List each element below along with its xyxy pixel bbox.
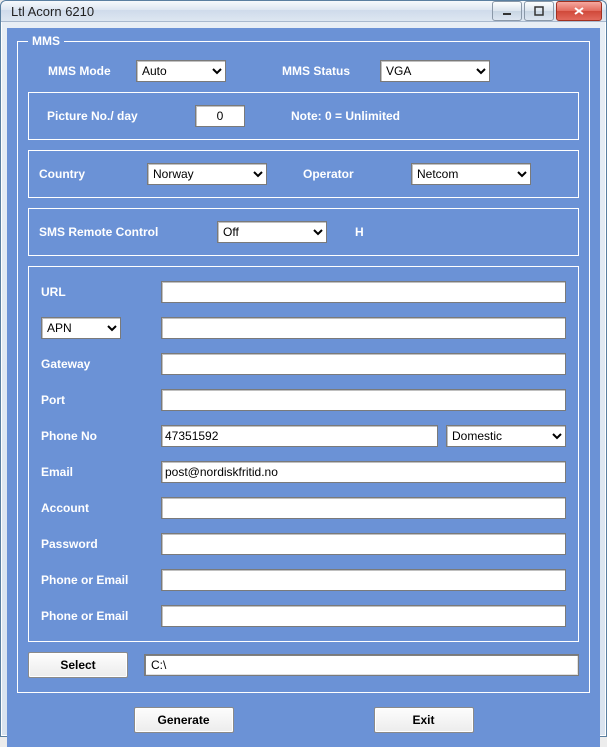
app-window: Ltl Acorn 6210 MMS MMS Mode Auto M <box>0 0 607 737</box>
maximize-button[interactable] <box>524 1 554 21</box>
picture-box: Picture No./ day Note: 0 = Unlimited <box>28 92 579 140</box>
picture-input[interactable] <box>195 105 245 127</box>
mms-mode-select[interactable]: Auto <box>136 60 226 82</box>
generate-button[interactable]: Generate <box>134 707 234 733</box>
select-button[interactable]: Select <box>28 652 128 678</box>
operator-select[interactable]: Netcom <box>411 163 531 185</box>
sms-box: SMS Remote Control Off H <box>28 208 579 256</box>
apn-input[interactable] <box>161 317 566 339</box>
country-label: Country <box>39 167 139 181</box>
bottom-buttons: Generate Exit <box>17 707 590 733</box>
window-title: Ltl Acorn 6210 <box>11 4 492 19</box>
path-row: Select C:\ <box>28 652 579 678</box>
close-button[interactable] <box>556 1 602 21</box>
titlebar: Ltl Acorn 6210 <box>1 1 606 22</box>
account-input[interactable] <box>161 497 566 519</box>
mms-mode-label: MMS Mode <box>48 64 128 78</box>
maximize-icon <box>534 6 544 16</box>
extra1-label: Phone or Email <box>41 573 151 587</box>
gateway-label: Gateway <box>41 357 151 371</box>
exit-button[interactable]: Exit <box>374 707 474 733</box>
apn-select[interactable]: APN <box>41 317 121 339</box>
client-area: MMS MMS Mode Auto MMS Status VGA Picture… <box>7 28 600 747</box>
extra2-label: Phone or Email <box>41 609 151 623</box>
url-label: URL <box>41 285 151 299</box>
path-display: C:\ <box>144 654 579 676</box>
minimize-icon <box>502 6 512 16</box>
sms-select[interactable]: Off <box>217 221 327 243</box>
mms-top-row: MMS Mode Auto MMS Status VGA <box>28 60 579 82</box>
picture-note: Note: 0 = Unlimited <box>291 109 400 123</box>
gateway-input[interactable] <box>161 353 566 375</box>
email-label: Email <box>41 465 151 479</box>
phone-input[interactable] <box>161 425 438 447</box>
mms-group: MMS MMS Mode Auto MMS Status VGA Picture… <box>17 34 590 693</box>
account-label: Account <box>41 501 151 515</box>
email-input[interactable] <box>161 461 566 483</box>
minimize-button[interactable] <box>492 1 522 21</box>
phone-row: Domestic <box>161 425 566 447</box>
form-grid: URL APN Gateway Port Phone No Domesti <box>41 281 566 627</box>
port-label: Port <box>41 393 151 407</box>
password-input[interactable] <box>161 533 566 555</box>
country-operator-box: Country Norway Operator Netcom <box>28 150 579 198</box>
mms-legend: MMS <box>28 34 64 48</box>
phone-label: Phone No <box>41 429 151 443</box>
picture-label: Picture No./ day <box>47 109 187 123</box>
extra2-input[interactable] <box>161 605 566 627</box>
country-select[interactable]: Norway <box>147 163 267 185</box>
port-input[interactable] <box>161 389 566 411</box>
form-box: URL APN Gateway Port Phone No Domesti <box>28 266 579 642</box>
mms-status-select[interactable]: VGA <box>380 60 490 82</box>
mms-status-label: MMS Status <box>282 64 372 78</box>
window-controls <box>492 1 602 21</box>
operator-label: Operator <box>303 167 403 181</box>
phone-type-select[interactable]: Domestic <box>446 425 566 447</box>
close-icon <box>573 6 585 16</box>
url-input[interactable] <box>161 281 566 303</box>
sms-suffix: H <box>355 225 364 239</box>
sms-label: SMS Remote Control <box>39 225 209 239</box>
extra1-input[interactable] <box>161 569 566 591</box>
password-label: Password <box>41 537 151 551</box>
